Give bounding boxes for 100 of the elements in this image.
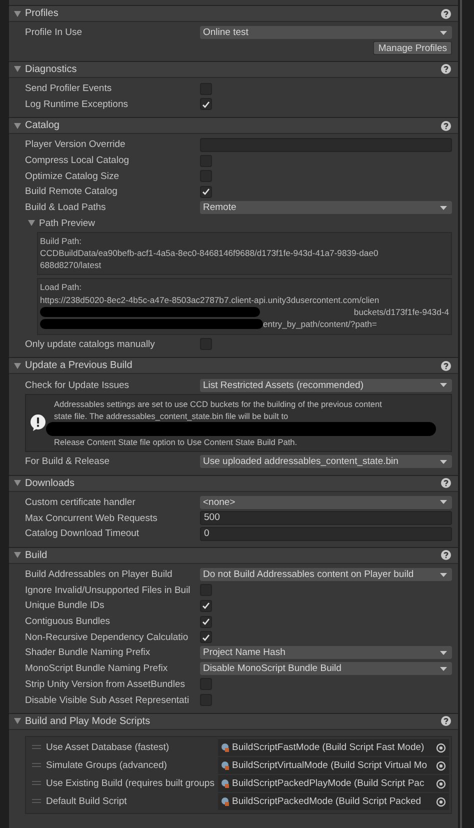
help-icon[interactable] bbox=[441, 716, 451, 726]
field-label: Optimize Catalog Size bbox=[25, 170, 120, 182]
caret-icon bbox=[440, 650, 447, 655]
field-label: Unique Bundle IDs bbox=[25, 600, 106, 612]
foldout-arrow-icon bbox=[28, 220, 35, 226]
field-label: Shader Bundle Naming Prefix bbox=[25, 647, 152, 658]
checkbox[interactable] bbox=[200, 616, 212, 628]
checkmark-icon bbox=[202, 188, 210, 196]
help-icon[interactable] bbox=[441, 64, 451, 74]
section-header[interactable]: Catalog bbox=[9, 118, 458, 134]
drag-handle-icon[interactable] bbox=[32, 763, 41, 768]
caret-icon bbox=[440, 30, 447, 35]
object-field[interactable]: BuildScriptPackedPlayMode (Build Script Pac bbox=[218, 775, 449, 792]
field-label: MonoScript Bundle Naming Prefix bbox=[25, 663, 169, 674]
path-text: entry_by_path/content/?path= bbox=[263, 318, 377, 331]
help-icon[interactable] bbox=[441, 478, 451, 488]
scrollbar[interactable] bbox=[460, 0, 462, 828]
dropdown[interactable]: <none> bbox=[200, 496, 452, 509]
drag-handle-icon[interactable] bbox=[32, 781, 41, 786]
drag-handle-icon[interactable] bbox=[32, 745, 41, 750]
caret-icon bbox=[440, 460, 447, 464]
help-text: Addressables settings are set to use CCD buckets for the building of the previous content bbox=[54, 398, 383, 410]
field-label: Disable Visible Sub Asset Representati bbox=[25, 694, 190, 706]
field-label: Build & Load Paths bbox=[25, 202, 107, 214]
object-picker-icon[interactable] bbox=[436, 778, 446, 789]
foldout-arrow-icon bbox=[14, 480, 21, 486]
list-item-label: Use Existing Build (requires built groups bbox=[46, 778, 216, 790]
field-label: Compress Local Catalog bbox=[25, 155, 130, 166]
field-label: Catalog Download Timeout bbox=[25, 528, 140, 540]
field-label: Custom certificate handler bbox=[25, 496, 136, 508]
checkbox[interactable] bbox=[200, 631, 212, 644]
speech-bubble-icon bbox=[30, 414, 46, 432]
object-field[interactable]: BuildScriptVirtualMode (Build Script Virtual Mo bbox=[218, 757, 449, 774]
section-header[interactable]: Build and Play Mode Scripts bbox=[9, 714, 458, 730]
checkbox[interactable] bbox=[200, 186, 212, 198]
input-field[interactable]: 0 bbox=[200, 526, 452, 541]
dropdown[interactable]: List Restricted Assets (recommended) bbox=[200, 378, 452, 392]
path-text: buckets/d173f1fe-943d-4 bbox=[354, 306, 449, 318]
dropdown[interactable]: Disable MonoScript Bundle Build bbox=[200, 662, 452, 676]
foldout-arrow-icon bbox=[14, 10, 21, 16]
drag-handle-icon[interactable] bbox=[32, 799, 41, 804]
section-header[interactable]: Downloads bbox=[9, 476, 458, 492]
foldout-arrow-icon bbox=[14, 718, 21, 724]
help-icon[interactable] bbox=[441, 8, 451, 18]
field-label: Contiguous Bundles bbox=[25, 616, 112, 628]
list-item-label: Simulate Groups (advanced) bbox=[46, 760, 168, 772]
path-text: Build Path: bbox=[40, 234, 83, 247]
field-label: Log Runtime Exceptions bbox=[25, 98, 129, 110]
manage-profiles-button[interactable]: Manage Profiles bbox=[373, 41, 452, 56]
field-label: Only update catalogs manually bbox=[25, 338, 156, 350]
object-field[interactable]: BuildScriptPackedMode (Build Script Packed bbox=[218, 793, 449, 810]
object-picker-icon[interactable] bbox=[436, 742, 446, 753]
help-icon[interactable] bbox=[441, 120, 451, 131]
dropdown[interactable]: Online test bbox=[200, 26, 452, 40]
path-text: 688d8270/latest bbox=[40, 259, 102, 272]
object-picker-icon[interactable] bbox=[436, 796, 446, 807]
path-preview-foldout[interactable]: Path Preview bbox=[25, 216, 452, 230]
field-label: Build Remote Catalog bbox=[25, 186, 118, 198]
checkmark-icon bbox=[202, 100, 210, 108]
section-header[interactable]: Update a Previous Build bbox=[9, 358, 458, 374]
dropdown[interactable]: Do not Build Addressables content on Player build bbox=[200, 568, 452, 582]
path-text: Load Path: bbox=[40, 281, 83, 294]
list-item-label: Default Build Script bbox=[46, 796, 128, 808]
field-label: Check for Update Issues bbox=[25, 380, 130, 391]
foldout-arrow-icon bbox=[14, 122, 21, 129]
checkbox[interactable] bbox=[200, 98, 212, 110]
caret-icon bbox=[440, 572, 447, 577]
help-icon[interactable] bbox=[441, 550, 451, 560]
caret-icon bbox=[440, 383, 447, 388]
script-asset-icon bbox=[221, 779, 230, 788]
input-field[interactable]: 500 bbox=[200, 511, 452, 526]
foldout-arrow-icon bbox=[14, 362, 21, 369]
dropdown[interactable]: Project Name Hash bbox=[200, 646, 452, 660]
field-label: Profile In Use bbox=[25, 27, 84, 38]
section-header[interactable]: Diagnostics bbox=[9, 62, 458, 78]
section-header[interactable]: Build bbox=[9, 548, 458, 564]
field-label: Ignore Invalid/Unsupported Files in Buil bbox=[25, 584, 192, 596]
dropdown[interactable]: Remote bbox=[200, 201, 452, 214]
field-label: Player Version Override bbox=[25, 139, 126, 150]
object-picker-icon[interactable] bbox=[436, 760, 446, 771]
field-label: Build Addressables on Player Build bbox=[25, 569, 174, 580]
caret-icon bbox=[440, 666, 447, 671]
dropdown[interactable]: Use uploaded addressables_content_state.bin bbox=[200, 455, 452, 468]
field-label: Strip Unity Version from AssetBundles bbox=[25, 678, 186, 690]
field-label: Send Profiler Events bbox=[25, 83, 113, 94]
foldout-arrow-icon bbox=[14, 552, 21, 558]
script-asset-icon bbox=[221, 743, 230, 752]
script-asset-icon bbox=[221, 761, 230, 770]
field-label: For Build & Release bbox=[25, 456, 110, 468]
object-field[interactable]: BuildScriptFastMode (Build Script Fast Mode) bbox=[218, 739, 449, 756]
help-icon[interactable] bbox=[441, 360, 451, 371]
field-label: Max Concurrent Web Requests bbox=[25, 512, 158, 524]
checkbox[interactable] bbox=[200, 600, 212, 612]
help-text: state file. The addressables_content_state.bin file will be built to bbox=[54, 410, 290, 422]
script-asset-icon bbox=[221, 797, 230, 806]
section-header[interactable]: Profiles bbox=[9, 6, 458, 22]
path-text: https://238d5020-8ec2-4b5c-a47e-8503ac2787b7.client-api.unity3dusercontent.com/clien bbox=[40, 294, 380, 306]
list-item-label: Use Asset Database (fastest) bbox=[46, 742, 170, 754]
foldout-arrow-icon bbox=[14, 66, 21, 72]
path-text: CCDBuildData/ea90befb-acf1-4a5a-8ec0-8468146f9688/d173f1fe-943d-41a7-9839-dae0 bbox=[40, 246, 380, 260]
